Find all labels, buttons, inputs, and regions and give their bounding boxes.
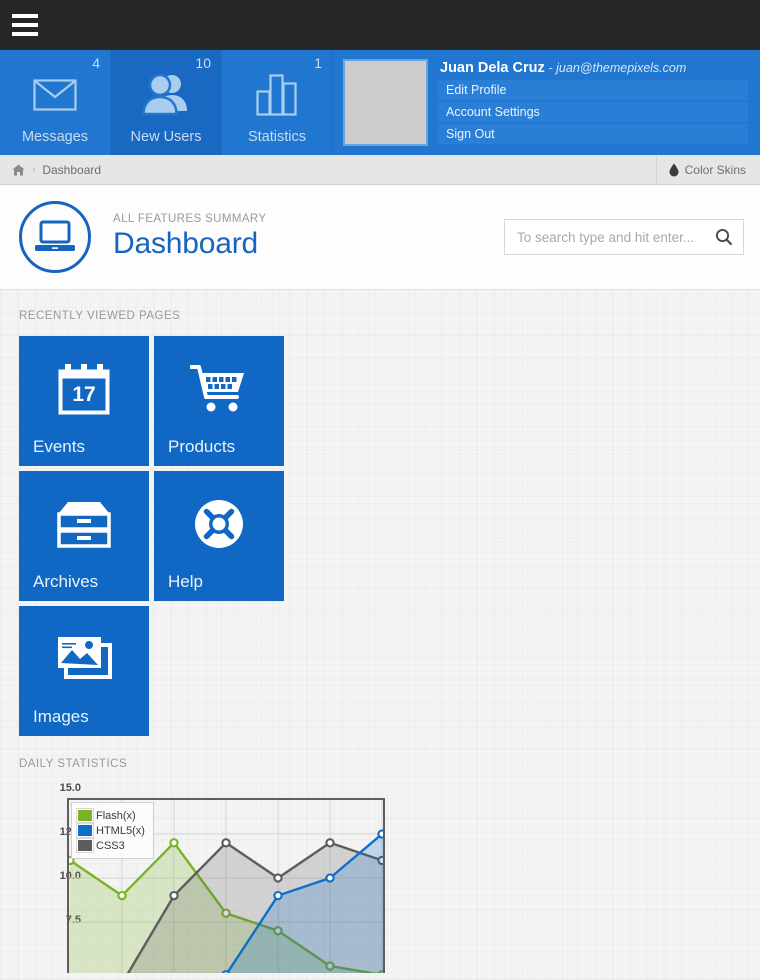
breadcrumb-current[interactable]: Dashboard	[42, 163, 101, 177]
stats-bar: 4 Messages 10 New Users 1 Statistics Jua…	[0, 50, 760, 155]
user-menu: Juan Dela Cruz - juan@themepixels.com Ed…	[438, 59, 748, 146]
hamburger-bar	[12, 32, 38, 36]
legend-swatch	[76, 838, 94, 853]
daily-statistics-section: DAILY STATISTICS 15.012.510.07.5 Flash(x…	[19, 758, 760, 980]
legend-item-flash[interactable]: Flash(x)	[76, 808, 145, 823]
tile-row: Images	[19, 606, 289, 736]
legend-item-html5[interactable]: HTML5(x)	[76, 823, 145, 838]
legend-swatch	[76, 823, 94, 838]
legend-label: CSS3	[96, 839, 125, 852]
tile-events[interactable]: 17 Events	[19, 336, 149, 466]
user-identity: Juan Dela Cruz - juan@themepixels.com	[438, 59, 748, 80]
avatar[interactable]	[343, 59, 428, 146]
color-skins-button[interactable]: Color Skins	[655, 154, 760, 185]
chart-legend: Flash(x) HTML5(x) CSS3	[71, 802, 154, 859]
user-menu-item-account-settings[interactable]: Account Settings	[438, 102, 748, 122]
bar-chart-icon	[222, 72, 332, 118]
tile-images[interactable]: Images	[19, 606, 149, 736]
top-navbar	[0, 0, 760, 50]
breadcrumb-bar: › Dashboard Color Skins	[0, 154, 760, 185]
users-icon	[111, 72, 221, 118]
stat-count: 1	[314, 55, 322, 71]
user-name: Juan Dela Cruz	[440, 60, 545, 76]
droplet-icon	[669, 163, 679, 177]
breadcrumb: › Dashboard	[0, 163, 656, 177]
home-icon[interactable]	[12, 164, 25, 176]
breadcrumb-separator: ›	[32, 164, 36, 175]
user-menu-item-edit-profile[interactable]: Edit Profile	[438, 80, 748, 100]
legend-label: Flash(x)	[96, 809, 136, 822]
page-title: Dashboard	[113, 227, 258, 260]
stat-tile-statistics[interactable]: 1 Statistics	[222, 50, 333, 155]
tile-row: 17 Events Products	[19, 336, 289, 466]
stat-count: 10	[195, 55, 211, 71]
envelope-icon	[0, 72, 110, 118]
stat-count: 4	[92, 55, 100, 71]
search-box[interactable]	[504, 219, 744, 255]
stat-label: Statistics	[247, 129, 306, 145]
legend-item-css3[interactable]: CSS3	[76, 838, 145, 853]
chart-y-tick-label: 15.0	[59, 782, 81, 794]
tile-archives[interactable]: Archives	[19, 471, 149, 601]
legend-swatch	[76, 808, 94, 823]
calendar-icon: 17	[19, 358, 149, 420]
tile-label: Images	[33, 707, 89, 726]
hamburger-bar	[12, 14, 38, 18]
stat-label: Messages	[21, 129, 89, 145]
shopping-cart-icon	[154, 358, 284, 420]
page-subtitle: ALL FEATURES SUMMARY	[113, 213, 267, 225]
stat-tile-new-users[interactable]: 10 New Users	[111, 50, 222, 155]
user-panel: Juan Dela Cruz - juan@themepixels.com Ed…	[333, 50, 760, 155]
user-email: - juan@themepixels.com	[548, 61, 687, 75]
tile-label: Products	[168, 437, 236, 456]
main-content: RECENTLY VIEWED PAGES 17 Events Products…	[0, 290, 760, 980]
tile-help[interactable]: Help	[154, 471, 284, 601]
archive-drawer-icon	[19, 493, 149, 555]
tile-grid: 17 Events Products Archives Help Images	[19, 336, 289, 736]
images-icon	[19, 628, 149, 690]
tile-row: Archives Help	[19, 471, 289, 601]
daily-statistics-chart: 15.012.510.07.5 Flash(x) HTML5(x) CSS3	[19, 782, 419, 980]
color-skins-label: Color Skins	[684, 162, 746, 177]
tile-products[interactable]: Products	[154, 336, 284, 466]
page-header: ALL FEATURES SUMMARY Dashboard	[0, 185, 760, 290]
user-menu-item-sign-out[interactable]: Sign Out	[438, 124, 748, 144]
page-title-group: ALL FEATURES SUMMARY Dashboard	[113, 213, 504, 261]
tile-label: Archives	[33, 572, 99, 591]
search-icon[interactable]	[715, 228, 733, 246]
stat-label: New Users	[130, 129, 202, 145]
daily-statistics-title: DAILY STATISTICS	[19, 758, 128, 770]
search-input[interactable]	[517, 229, 715, 245]
legend-label: HTML5(x)	[96, 824, 145, 837]
svg-text:17: 17	[72, 383, 95, 406]
hamburger-menu-icon[interactable]	[0, 0, 50, 50]
lifebuoy-icon	[154, 493, 284, 555]
tile-label: Help	[168, 572, 203, 591]
hamburger-bar	[12, 23, 38, 27]
recent-pages-title: RECENTLY VIEWED PAGES	[19, 310, 181, 322]
tile-label: Events	[33, 437, 85, 456]
laptop-icon	[19, 201, 91, 273]
stat-tile-messages[interactable]: 4 Messages	[0, 50, 111, 155]
